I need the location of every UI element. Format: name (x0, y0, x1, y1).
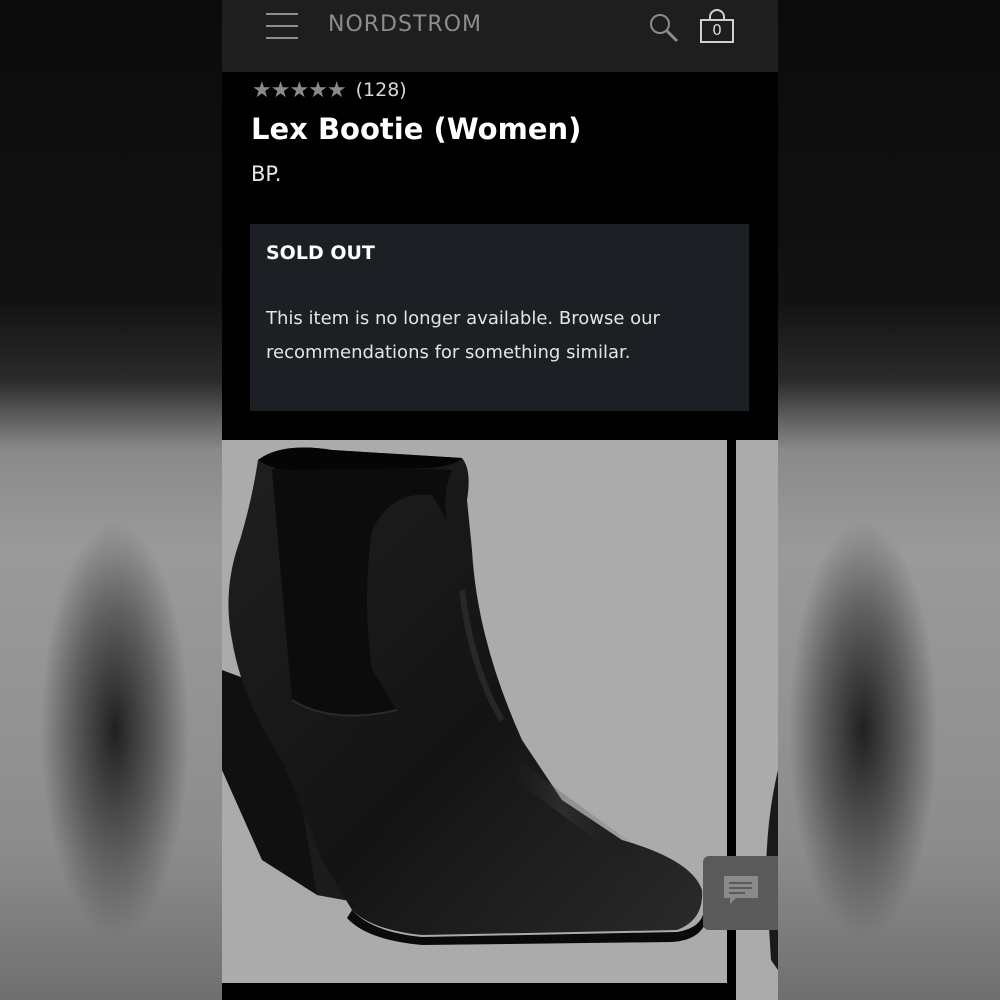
shopping-bag-icon[interactable]: 0 (698, 8, 736, 46)
phone-screen: NORDSTROM 0 ★★★★★ (128) Lex Bootie (Wome… (222, 0, 778, 1000)
product-image-main[interactable] (222, 440, 727, 983)
chat-button[interactable] (703, 856, 778, 930)
review-count[interactable]: (128) (356, 79, 407, 101)
sold-out-status: SOLD OUT (266, 242, 375, 264)
top-header: NORDSTROM 0 (222, 0, 778, 72)
bag-count: 0 (712, 21, 722, 39)
chat-bubble-icon (724, 876, 758, 904)
sold-out-message: This item is no longer available. Browse… (266, 308, 660, 363)
product-rating[interactable]: ★★★★★ (128) (252, 76, 407, 104)
blurred-backdrop-right (778, 0, 1000, 1000)
brand-logo[interactable]: NORDSTROM (328, 12, 482, 37)
hamburger-menu-icon[interactable] (266, 13, 298, 39)
product-brand[interactable]: BP. (251, 162, 281, 186)
black-ankle-bootie-photo (222, 447, 707, 945)
product-title: Lex Bootie (Women) (251, 112, 582, 146)
search-icon[interactable] (648, 12, 680, 44)
sold-out-notice: SOLD OUT This item is no longer availabl… (250, 224, 749, 411)
blurred-backdrop-left (0, 0, 222, 1000)
rating-stars-icon: ★★★★★ (252, 77, 347, 103)
